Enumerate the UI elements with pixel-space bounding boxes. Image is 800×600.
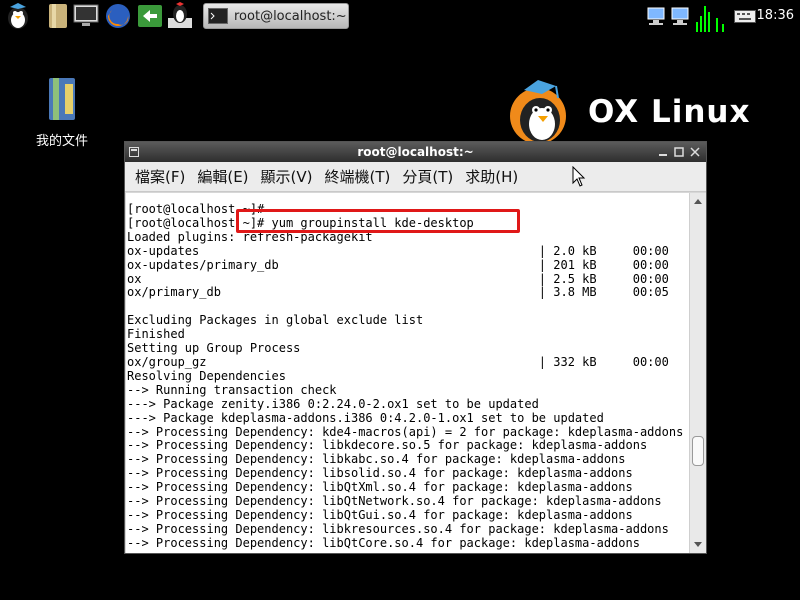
terminal-window[interactable]: root@localhost:~ 檔案(F) 編輯(E) 顯示(V) 終端機(T… xyxy=(124,141,707,554)
terminal-line: Excluding Packages in global exclude lis… xyxy=(127,313,424,328)
window-menu-icon[interactable] xyxy=(129,147,139,157)
folder-book-icon xyxy=(49,78,75,120)
desktop-icon-my-files[interactable]: 我的文件 xyxy=(22,76,102,149)
terminal-line: ox-updates | 2.0 kB 00:00 xyxy=(127,243,669,258)
terminal-text: [root@localhost ~]# [root@localhost ~]# y… xyxy=(126,193,689,551)
volume-bars-icon[interactable] xyxy=(694,4,734,32)
menu-view[interactable]: 顯示(V) xyxy=(261,166,313,187)
desktop-icon-label: 我的文件 xyxy=(35,134,88,149)
terminal-line: --> Processing Dependency: kde4-macros(a… xyxy=(127,424,684,439)
taskbar-terminal-button[interactable]: root@localhost:~ xyxy=(203,3,349,29)
terminal-line: ox | 2.5 kB 00:00 xyxy=(127,271,669,286)
scroll-down-icon[interactable] xyxy=(693,541,703,549)
menu-file[interactable]: 檔案(F) xyxy=(135,166,185,187)
penguin-menu-icon[interactable] xyxy=(4,2,32,30)
menu-terminal[interactable]: 終端機(T) xyxy=(325,166,391,187)
terminal-line: --> Processing Dependency: libkresources… xyxy=(127,521,669,536)
terminal-line: --> Processing Dependency: libkabc.so.4 … xyxy=(127,452,626,467)
terminal-line: --> Processing Dependency: libQtCore.so.… xyxy=(127,535,640,550)
logo-text: OX Linux xyxy=(588,94,751,130)
terminal-line: Finished xyxy=(127,327,185,342)
minimize-icon[interactable] xyxy=(658,147,668,157)
firefox-icon[interactable] xyxy=(104,2,132,30)
terminal-line: --> Processing Dependency: libkdecore.so… xyxy=(127,438,648,453)
ox-linux-logo: OX Linux xyxy=(498,78,768,146)
terminal-line: ox-updates/primary_db | 201 kB 00:00 xyxy=(127,257,669,272)
chess-penguin-icon[interactable] xyxy=(166,2,194,30)
keyboard-icon[interactable] xyxy=(734,8,756,24)
command-highlight-box xyxy=(236,209,520,233)
taskbar-label: root@localhost:~ xyxy=(234,8,347,24)
window-titlebar[interactable]: root@localhost:~ xyxy=(125,142,706,162)
terminal-line: ---> Package kdeplasma-addons.i386 0:4.2… xyxy=(127,410,604,425)
scrollbar[interactable] xyxy=(689,193,706,553)
terminal-line: ---> Package zenity.i386 0:2.24.0-2.ox1 … xyxy=(127,396,539,411)
menu-help[interactable]: 求助(H) xyxy=(465,166,518,187)
terminal-output[interactable]: [root@localhost ~]# [root@localhost ~]# y… xyxy=(126,193,689,553)
menu-edit[interactable]: 編輯(E) xyxy=(197,166,248,187)
file-manager-icon[interactable] xyxy=(44,2,72,30)
window-title: root@localhost:~ xyxy=(357,145,474,159)
menu-tabs[interactable]: 分頁(T) xyxy=(402,166,453,187)
mouse-cursor-icon xyxy=(572,166,586,187)
close-icon[interactable] xyxy=(690,147,700,157)
terminal-line: --> Processing Dependency: libQtNetwork.… xyxy=(127,494,662,509)
back-arrow-icon[interactable] xyxy=(136,2,164,30)
maximize-icon[interactable] xyxy=(674,147,684,157)
penguin-logo-icon xyxy=(510,80,566,144)
top-panel: root@localhost:~ 18:36 xyxy=(0,0,800,34)
terminal-line: ox/group_gz | 332 kB 00:00 xyxy=(127,354,669,369)
terminal-line: Setting up Group Process xyxy=(127,341,301,356)
menubar: 檔案(F) 編輯(E) 顯示(V) 終端機(T) 分頁(T) 求助(H) xyxy=(125,162,706,192)
network-icon[interactable] xyxy=(670,4,692,28)
terminal-line: --> Processing Dependency: libQtXml.so.4… xyxy=(127,480,633,495)
clock[interactable]: 18:36 xyxy=(757,8,794,23)
terminal-line: --> Processing Dependency: libQtGui.so.4… xyxy=(127,507,633,522)
scrollbar-thumb[interactable] xyxy=(692,436,704,466)
terminal-line: --> Processing Dependency: libsolid.so.4… xyxy=(127,466,633,481)
terminal-line: ox/primary_db | 3.8 MB 00:05 xyxy=(127,285,669,300)
terminal-icon xyxy=(208,8,228,24)
monitor-icon[interactable] xyxy=(72,2,100,30)
terminal-line: Resolving Dependencies xyxy=(127,368,286,383)
network-icon[interactable] xyxy=(646,4,668,28)
terminal-line: --> Running transaction check xyxy=(127,382,337,397)
scroll-up-icon[interactable] xyxy=(693,197,703,205)
